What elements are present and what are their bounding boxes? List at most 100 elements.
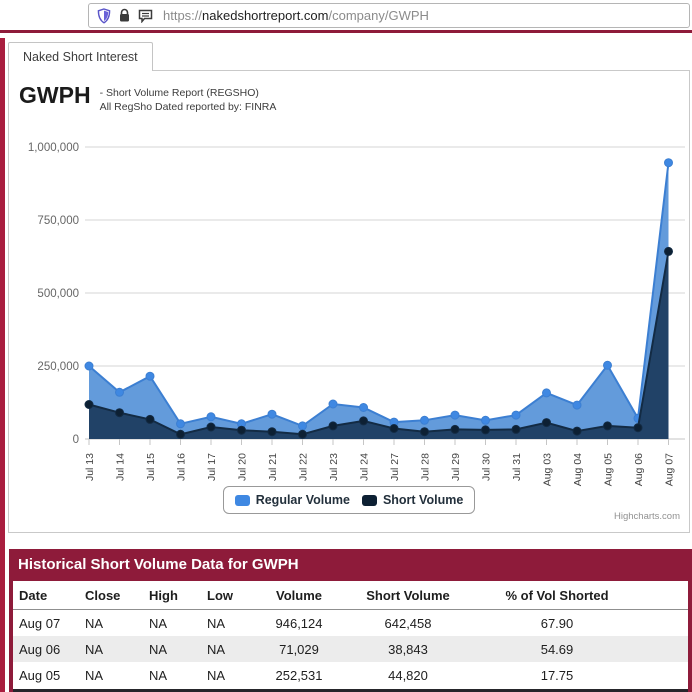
x-tick-label: Jul 24 [359, 453, 371, 481]
data-point [177, 430, 185, 438]
url-bar[interactable]: https://nakedshortreport.com/company/GWP… [88, 3, 690, 28]
url-text[interactable]: https://nakedshortreport.com/company/GWP… [163, 8, 429, 23]
x-tick-label: Jul 14 [115, 453, 127, 481]
x-tick-label: Jul 28 [420, 453, 432, 481]
y-tick-label: 750,000 [37, 215, 79, 227]
data-point [421, 428, 429, 436]
x-tick-label: Jul 21 [267, 453, 279, 481]
column-header: Date [13, 581, 79, 610]
legend-swatch [235, 495, 250, 506]
column-header: Short Volume [343, 581, 471, 610]
volume-area-chart: 0250,000500,000750,0001,000,000Jul 13Jul… [9, 71, 689, 511]
data-point [238, 426, 246, 434]
table-cell: 71,029 [253, 636, 343, 662]
table-cell: NA [143, 610, 201, 637]
data-point [85, 401, 93, 409]
table-wrap: DateCloseHighLowVolumeShort Volume% of V… [13, 581, 688, 692]
data-point [146, 415, 154, 423]
data-point [665, 247, 673, 255]
x-tick-label: Jul 13 [84, 453, 96, 481]
table-cell: 17.75 [471, 662, 641, 688]
column-header: Low [201, 581, 253, 610]
data-point [665, 159, 673, 167]
table-row: Aug 07NANANA946,124642,45867.90 [13, 610, 688, 637]
table-cell: NA [143, 636, 201, 662]
data-point [451, 425, 459, 433]
highcharts-credit[interactable]: Highcharts.com [614, 511, 680, 522]
table-cell: NA [201, 662, 253, 688]
column-header: Volume [253, 581, 343, 610]
maroon-divider [0, 30, 692, 33]
y-tick-label: 1,000,000 [28, 142, 79, 154]
data-point [85, 362, 93, 370]
x-tick-label: Jul 22 [298, 453, 310, 481]
legend-label: Short Volume [383, 493, 463, 507]
data-point [604, 422, 612, 430]
x-axis: Jul 13Jul 14Jul 15Jul 16Jul 17Jul 20Jul … [84, 439, 676, 486]
data-point [604, 361, 612, 369]
column-header: High [143, 581, 201, 610]
url-scheme: https:// [163, 8, 202, 23]
x-tick-label: Aug 07 [664, 453, 676, 486]
data-point [299, 430, 307, 438]
short-volume-table: DateCloseHighLowVolumeShort Volume% of V… [13, 581, 688, 688]
column-header: Close [79, 581, 143, 610]
message-bubble-icon[interactable] [138, 9, 153, 23]
data-point [146, 372, 154, 380]
y-tick-label: 0 [73, 434, 79, 446]
data-point [177, 420, 185, 428]
data-point [116, 388, 124, 396]
column-header: % of Vol Shorted [471, 581, 641, 610]
legend-box: Regular Volume Short Volume [223, 486, 476, 514]
legend-item-short-volume[interactable]: Short Volume [362, 493, 463, 507]
data-point [207, 413, 215, 421]
x-tick-label: Aug 05 [603, 453, 615, 486]
table-cell: Aug 05 [13, 662, 79, 688]
table-cell: NA [143, 662, 201, 688]
table-cell: 642,458 [343, 610, 471, 637]
x-tick-label: Jul 29 [450, 453, 462, 481]
data-point [116, 409, 124, 417]
data-point [299, 422, 307, 430]
table-cell: Aug 07 [13, 610, 79, 637]
table-cell: NA [79, 662, 143, 688]
data-point [329, 400, 337, 408]
data-point [207, 423, 215, 431]
table-cell: NA [201, 610, 253, 637]
data-point [329, 422, 337, 430]
url-domain: nakedshortreport.com [202, 8, 328, 23]
table-cell: Aug 06 [13, 636, 79, 662]
data-point [543, 389, 551, 397]
table-cell: 44,820 [343, 662, 471, 688]
x-tick-label: Aug 03 [542, 453, 554, 486]
left-accent-stripe [0, 38, 5, 692]
legend-item-regular-volume[interactable]: Regular Volume [235, 493, 350, 507]
table-row: Aug 06NANANA71,02938,84354.69 [13, 636, 688, 662]
table-header-row: DateCloseHighLowVolumeShort Volume% of V… [13, 581, 688, 610]
data-point [512, 411, 520, 419]
tab-naked-short-interest[interactable]: Naked Short Interest [8, 42, 153, 71]
x-tick-label: Jul 15 [145, 453, 157, 481]
table-cell: 946,124 [253, 610, 343, 637]
data-point [421, 416, 429, 424]
data-point [390, 425, 398, 433]
data-point [634, 424, 642, 432]
x-tick-label: Jul 17 [206, 453, 218, 481]
browser-toolbar: https://nakedshortreport.com/company/GWP… [0, 0, 692, 31]
page: https://nakedshortreport.com/company/GWP… [0, 0, 692, 692]
table-cell: NA [79, 610, 143, 637]
data-point [482, 426, 490, 434]
data-point [360, 417, 368, 425]
table-cell: 252,531 [253, 662, 343, 688]
table-row: Aug 05NANANA252,53144,82017.75 [13, 662, 688, 688]
lock-icon[interactable] [118, 8, 131, 23]
x-tick-label: Jul 16 [176, 453, 188, 481]
legend-swatch [362, 495, 377, 506]
data-point [573, 427, 581, 435]
table-cell: 54.69 [471, 636, 641, 662]
chart-panel: GWPH - Short Volume Report (REGSHO) All … [8, 70, 690, 533]
table-cell: NA [79, 636, 143, 662]
chart-legend: Regular Volume Short Volume [9, 486, 689, 514]
data-point [268, 410, 276, 418]
shield-icon[interactable] [97, 8, 111, 24]
